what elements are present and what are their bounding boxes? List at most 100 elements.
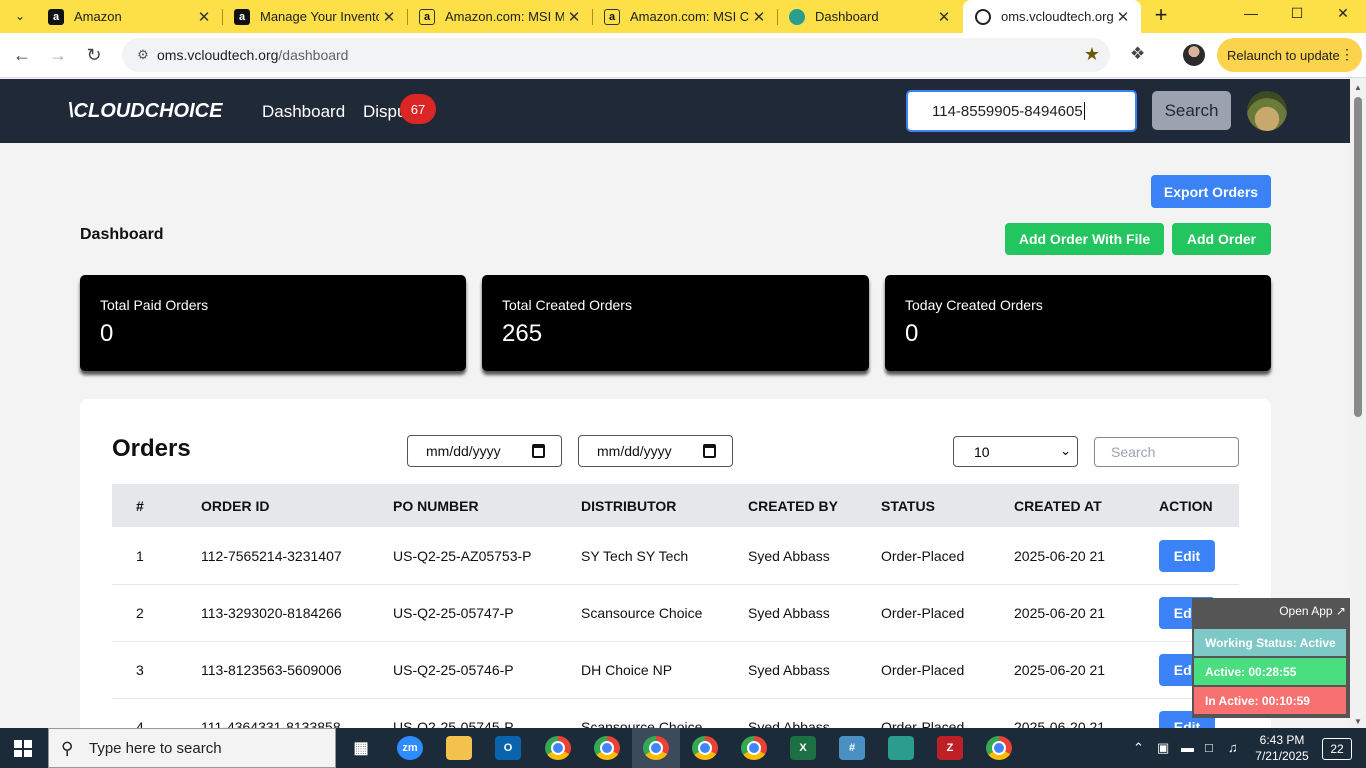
cell-po-number: US-Q2-25-05746-P	[393, 662, 514, 678]
nav-dashboard[interactable]: Dashboard	[262, 102, 345, 122]
chrome-icon[interactable]	[986, 736, 1012, 760]
search-button[interactable]: Search	[1152, 91, 1231, 130]
cell-po-number: US-Q2-25-05745-P	[393, 719, 514, 728]
close-tab-icon[interactable]: ✕	[379, 8, 399, 26]
user-avatar[interactable]	[1247, 91, 1287, 131]
date-from-input[interactable]: mm/dd/yyyy	[407, 435, 562, 467]
chrome-icon[interactable]	[643, 736, 669, 760]
calendar-icon[interactable]	[532, 444, 545, 458]
show-hidden-icons-icon[interactable]: ⌃	[1133, 740, 1144, 756]
close-tab-icon[interactable]: ✕	[564, 8, 584, 26]
menu-dots-icon[interactable]: ⋮	[1340, 46, 1354, 63]
taskbar-search-placeholder: Type here to search	[89, 739, 222, 757]
filezilla-icon[interactable]: Z	[937, 736, 963, 760]
tab-search-icon[interactable]: ⌄	[8, 4, 32, 28]
export-orders-button[interactable]: Export Orders	[1151, 175, 1271, 208]
file-explorer-icon[interactable]	[446, 736, 472, 760]
browser-tab[interactable]: a Manage Your Inventory ✕	[222, 0, 407, 33]
stat-card-total-paid: Total Paid Orders 0	[80, 275, 466, 371]
chrome-icon[interactable]	[692, 736, 718, 760]
new-tab-icon[interactable]: +	[1150, 2, 1172, 28]
excel-icon[interactable]: X	[790, 736, 816, 760]
volume-icon[interactable]: ♫	[1228, 740, 1238, 755]
amazon-favicon-icon: a	[419, 8, 435, 25]
stat-value: 265	[502, 320, 543, 347]
maximize-icon[interactable]: ☐	[1274, 0, 1320, 26]
table-row: 1 112-7565214-3231407 US-Q2-25-AZ05753-P…	[112, 528, 1239, 585]
cell-created-by: Syed Abbass	[748, 605, 830, 621]
cell-created-at: 2025-06-20 21	[1014, 719, 1106, 728]
address-bar[interactable]: ⚙ oms.vcloudtech.org/dashboard ★	[122, 38, 1110, 72]
column-header: DISTRIBUTOR	[581, 498, 677, 514]
forward-icon[interactable]: →	[46, 43, 70, 67]
profile-avatar-icon[interactable]	[1183, 44, 1205, 66]
chrome-icon[interactable]	[741, 736, 767, 760]
browser-tab[interactable]: a Amazon ✕	[36, 0, 222, 33]
add-order-with-file-button[interactable]: Add Order With File	[1005, 223, 1164, 255]
order-search-input[interactable]: 114-8559905-8494605	[906, 90, 1137, 132]
chrome-icon[interactable]	[545, 736, 571, 760]
close-tab-icon[interactable]: ✕	[934, 8, 954, 26]
table-search-input[interactable]: Search	[1094, 437, 1239, 467]
date-from-placeholder: mm/dd/yyyy	[426, 443, 501, 459]
scrollbar-thumb[interactable]	[1354, 97, 1362, 417]
browser-tab-active[interactable]: oms.vcloudtech.org/d ✕	[963, 0, 1141, 33]
page-size-value: 10	[974, 443, 990, 460]
cell-status: Order-Placed	[881, 719, 965, 728]
stat-label: Today Created Orders	[905, 297, 1043, 313]
cell-po-number: US-Q2-25-05747-P	[393, 605, 514, 621]
cell-status: Order-Placed	[881, 605, 965, 621]
minimize-icon[interactable]: —	[1228, 0, 1274, 26]
time-tracker-widget: Open App ↗ Working Status: Active Active…	[1192, 598, 1350, 718]
taskbar-search[interactable]: ⚲ Type here to search	[48, 728, 336, 768]
extensions-icon[interactable]: ❖	[1130, 44, 1145, 64]
scroll-up-icon[interactable]: ▲	[1354, 83, 1362, 92]
windows-start-icon[interactable]	[14, 740, 32, 757]
browser-tab[interactable]: Dashboard ✕	[777, 0, 962, 33]
bookmark-star-icon[interactable]: ★	[1084, 44, 1100, 65]
taskbar-clock[interactable]: 6:43 PM 7/21/2025	[1251, 732, 1313, 764]
open-app-link[interactable]: Open App ↗	[1279, 604, 1346, 618]
back-icon[interactable]: ←	[10, 43, 34, 67]
battery-icon[interactable]: ▬	[1181, 740, 1194, 755]
tab-title: Amazon.com: MSI Mo	[445, 9, 564, 24]
close-tab-icon[interactable]: ✕	[194, 8, 214, 26]
browser-tab[interactable]: a Amazon.com: MSI Mo ✕	[407, 0, 592, 33]
zoom-icon[interactable]: zm	[397, 736, 423, 760]
close-tab-icon[interactable]: ✕	[749, 8, 769, 26]
edit-button[interactable]: Edit	[1159, 540, 1215, 572]
column-header: #	[136, 498, 144, 514]
notification-center-icon[interactable]: 22	[1322, 738, 1352, 760]
clock-date: 7/21/2025	[1255, 749, 1309, 763]
cloudchoice-logo[interactable]: \CLOUDCHOICE	[68, 100, 222, 123]
scroll-down-icon[interactable]: ▼	[1354, 717, 1362, 726]
text-cursor	[1083, 102, 1085, 120]
task-view-icon[interactable]: ▦	[348, 736, 374, 760]
outlook-icon[interactable]: O	[495, 736, 521, 760]
relaunch-button[interactable]: Relaunch to update ⋮	[1217, 38, 1362, 72]
site-info-icon[interactable]: ⚙	[134, 46, 152, 64]
network-icon[interactable]: □	[1205, 740, 1213, 755]
amazon-favicon-icon: a	[604, 8, 620, 25]
tab-title: Dashboard	[815, 9, 879, 24]
url-host: oms.vcloudtech.org	[157, 47, 279, 63]
orders-title: Orders	[112, 435, 191, 462]
reload-icon[interactable]: ↻	[82, 43, 106, 67]
meet-now-icon[interactable]: ▣	[1157, 740, 1169, 756]
calculator-icon[interactable]: #	[839, 736, 865, 760]
stat-label: Total Created Orders	[502, 297, 632, 313]
close-tab-icon[interactable]: ✕	[1113, 8, 1133, 26]
cell-created-by: Syed Abbass	[748, 548, 830, 564]
calendar-icon[interactable]	[703, 444, 716, 458]
close-window-icon[interactable]: ✕	[1320, 0, 1366, 26]
browser-tab[interactable]: a Amazon.com: MSI Cl ✕	[592, 0, 777, 33]
browser-tabstrip: ⌄ a Amazon ✕ a Manage Your Inventory ✕ a…	[0, 0, 1366, 33]
chrome-icon[interactable]	[594, 736, 620, 760]
page-size-select[interactable]: 10 ⌄	[953, 436, 1078, 467]
table-row: 4 111-4364331-8133858 US-Q2-25-05745-P S…	[112, 699, 1239, 728]
app-icon[interactable]	[888, 736, 914, 760]
page-scrollbar[interactable]: ▲ ▼	[1350, 79, 1366, 728]
date-to-input[interactable]: mm/dd/yyyy	[578, 435, 733, 467]
add-order-button[interactable]: Add Order	[1172, 223, 1271, 255]
cell-num: 1	[136, 548, 144, 564]
